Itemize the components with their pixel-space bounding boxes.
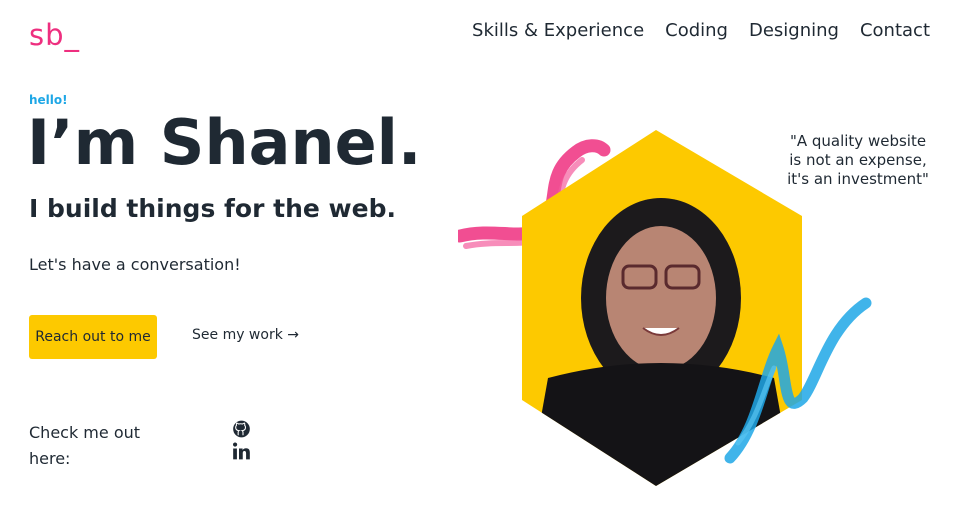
github-icon[interactable] — [231, 419, 252, 439]
reach-out-button[interactable]: Reach out to me — [29, 315, 157, 359]
linkedin-icon[interactable] — [231, 441, 252, 461]
page-title: I’m Shanel. — [27, 106, 422, 179]
site-logo[interactable]: sb_ — [29, 18, 80, 52]
quote-line: "A quality website — [789, 132, 927, 150]
social-label: Check me out here: — [29, 423, 141, 468]
social-links — [231, 419, 252, 461]
greeting: hello! — [29, 93, 68, 107]
subheadline: I build things for the web. — [29, 194, 396, 223]
quote-text: "A quality website is not an expense, it… — [780, 132, 936, 189]
conversation-tagline: Let's have a conversation! — [29, 255, 241, 274]
nav-designing[interactable]: Designing — [749, 20, 839, 41]
nav-skills-experience[interactable]: Skills & Experience — [472, 20, 644, 41]
see-my-work-link[interactable]: See my work → — [192, 327, 299, 343]
main-nav: Skills & Experience Coding Designing Con… — [472, 20, 930, 41]
quote-line: it's an investment" — [787, 170, 929, 188]
quote-line: is not an expense, — [789, 151, 927, 169]
nav-coding[interactable]: Coding — [665, 20, 728, 41]
nav-contact[interactable]: Contact — [860, 20, 930, 41]
